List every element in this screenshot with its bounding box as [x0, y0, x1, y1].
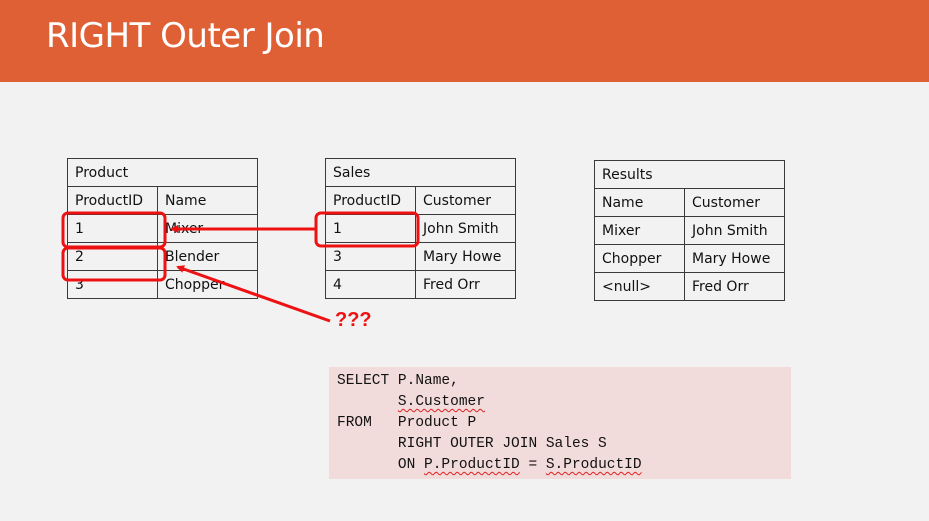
table-header-row: ProductID Customer [325, 186, 516, 215]
table-cell: Chopper [594, 244, 685, 273]
sql-text: = [519, 457, 546, 473]
table-cell: Mary Howe [415, 242, 516, 271]
table-cell: John Smith [415, 214, 516, 243]
table-cell: 2 [67, 242, 158, 271]
column-header: Customer [684, 188, 785, 217]
title-bar: RIGHT Outer Join [0, 0, 929, 82]
table-cell: Fred Orr [684, 272, 785, 301]
table-cell: 3 [67, 270, 158, 299]
table-cell: 1 [67, 214, 158, 243]
table-caption: Product [67, 158, 258, 187]
table-cell: Mixer [594, 216, 685, 245]
table-cell: 4 [325, 270, 416, 299]
table-caption: Sales [325, 158, 516, 187]
table-header-row: Name Customer [594, 188, 785, 217]
table-row: 4 Fred Orr [325, 270, 516, 299]
sales-table: Sales ProductID Customer 1 John Smith 3 … [325, 158, 516, 299]
sql-text: Product P [397, 415, 477, 431]
table-header-row: ProductID Name [67, 186, 258, 215]
table-row: 2 Blender [67, 242, 258, 271]
column-header: Customer [415, 186, 516, 215]
table-cell: <null> [594, 272, 685, 301]
table-row: 3 Mary Howe [325, 242, 516, 271]
table-cell: Fred Orr [415, 270, 516, 299]
sql-text: S.Customer [397, 394, 485, 410]
sql-indent [337, 457, 398, 473]
sql-indent [337, 436, 398, 452]
sql-code: SELECT P.Name, S.Customer FROM Product P… [329, 367, 791, 476]
table-row: Mixer John Smith [594, 216, 785, 245]
table-caption-row: Results [594, 160, 785, 189]
sql-keyword: FROM [337, 415, 398, 431]
question-marks-label: ??? [335, 309, 372, 331]
table-row: 3 Chopper [67, 270, 258, 299]
column-header: Name [157, 186, 258, 215]
slide-title: RIGHT Outer Join [46, 16, 325, 56]
sql-keyword: SELECT [337, 373, 398, 389]
table-row: Chopper Mary Howe [594, 244, 785, 273]
table-row: <null> Fred Orr [594, 272, 785, 301]
table-cell: Chopper [157, 270, 258, 299]
table-row: 1 John Smith [325, 214, 516, 243]
sql-indent [337, 394, 398, 410]
sql-text: RIGHT OUTER JOIN Sales S [397, 436, 607, 452]
table-cell: Mixer [157, 214, 258, 243]
table-caption: Results [594, 160, 785, 189]
sql-text: S.ProductID [545, 457, 642, 473]
table-caption-row: Product [67, 158, 258, 187]
column-header: ProductID [67, 186, 158, 215]
sql-text: P.Name, [397, 373, 459, 389]
table-cell: 3 [325, 242, 416, 271]
column-header: Name [594, 188, 685, 217]
table-cell: Blender [157, 242, 258, 271]
table-row: 1 Mixer [67, 214, 258, 243]
column-header: ProductID [325, 186, 416, 215]
product-table: Product ProductID Name 1 Mixer 2 Blender… [67, 158, 258, 299]
sql-code-block: SELECT P.Name, S.Customer FROM Product P… [329, 367, 791, 479]
table-caption-row: Sales [325, 158, 516, 187]
results-table: Results Name Customer Mixer John Smith C… [594, 160, 785, 301]
table-cell: John Smith [684, 216, 785, 245]
sql-text: P.ProductID [424, 457, 520, 473]
sql-keyword: ON [397, 457, 425, 473]
table-cell: 1 [325, 214, 416, 243]
table-cell: Mary Howe [684, 244, 785, 273]
